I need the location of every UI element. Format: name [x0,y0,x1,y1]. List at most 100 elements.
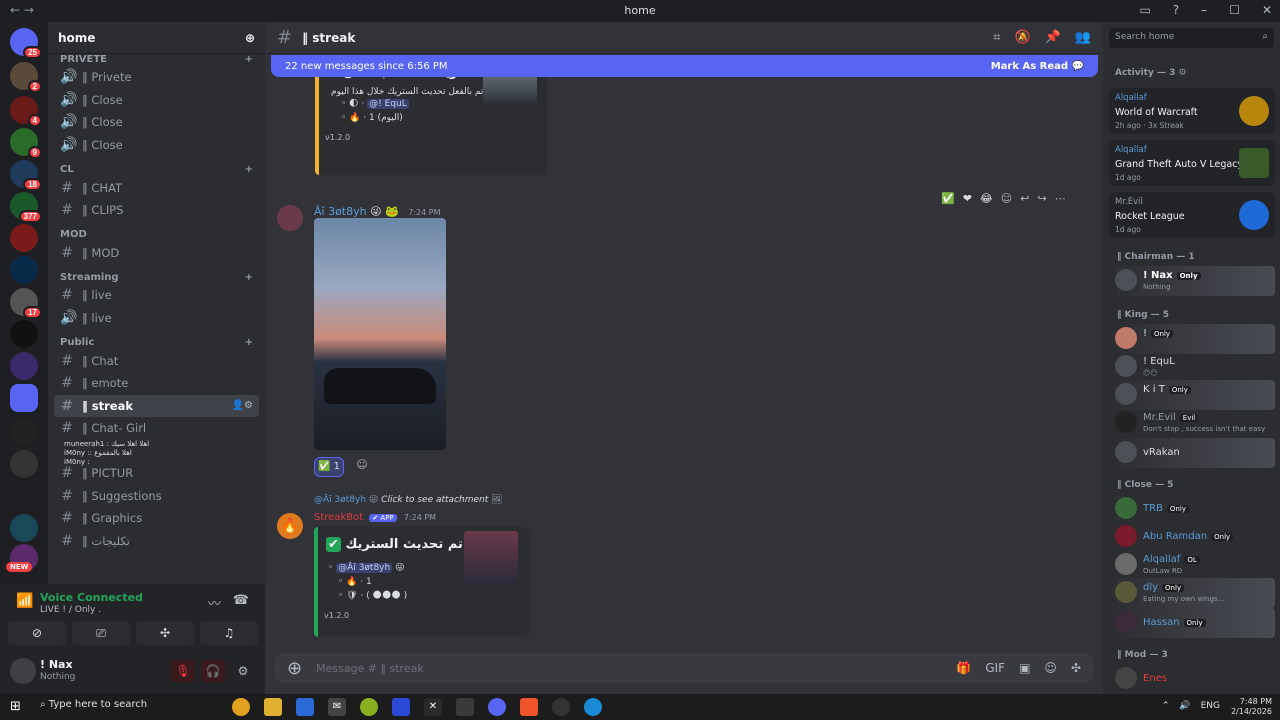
server-icon[interactable]: 18 [10,160,42,191]
app-icon[interactable] [456,698,474,716]
mention[interactable]: @Āĭ 3øt8yh [336,563,393,573]
pin-icon[interactable]: 📌 [1045,30,1061,45]
channel-streak[interactable]: # ‖ streak 👤⚙ [54,394,259,418]
channel-clips[interactable]: # ‖ CLIPS [54,199,259,222]
server-icon[interactable] [10,352,38,380]
threads-icon[interactable]: ⌗ [993,30,1000,45]
author-name[interactable]: Āĭ 3øt8yh [314,205,367,218]
server-icon[interactable] [10,320,38,348]
settings-icon[interactable]: ⚙ [231,660,255,682]
member-row[interactable]: Hassan Only [1109,608,1275,638]
server-icon[interactable] [10,514,38,542]
channel-chat[interactable]: # ‖ CHAT [54,176,259,199]
message-input[interactable]: ⊕ Message # ‖ streak 🎁 GIF ▣ ☺ ✣ [275,653,1093,683]
add-reaction-icon[interactable]: ☺ [1001,192,1012,205]
member-row[interactable]: K i T Only [1109,380,1275,410]
file-explorer-icon[interactable] [264,698,282,716]
sticker-icon[interactable]: ▣ [1019,661,1030,675]
member-row[interactable]: Mr.Evil Evil Don't stop , success isn't t… [1109,408,1275,438]
gif-icon[interactable]: GIF [985,661,1005,675]
app-icon[interactable] [552,698,570,716]
store-icon[interactable] [296,698,314,716]
volume-icon[interactable]: 🔊 [1179,701,1190,711]
reaction-check-icon[interactable]: ✅ [941,192,955,205]
server-icon[interactable] [10,450,38,478]
screen-share-button[interactable]: ⎚ [72,621,130,645]
guild-header[interactable]: home ⊕ [48,22,265,54]
mention[interactable]: @! EquL [367,99,409,109]
category-streaming[interactable]: Streaming + [54,264,259,284]
member-list-icon[interactable]: 👥 [1075,30,1091,45]
edge-icon[interactable] [584,698,602,716]
member-row[interactable]: Enes [1109,664,1275,694]
reaction-laugh-icon[interactable]: 😂 [980,192,993,205]
channel-graphics[interactable]: # ‖ Graphics [54,507,259,530]
embed-thumbnail[interactable] [464,531,518,585]
channel-live[interactable]: 🔊 ‖ live [54,307,259,330]
add-member-icon[interactable]: ⊕ [245,31,255,45]
discord-icon[interactable] [488,698,506,716]
server-icon[interactable] [10,224,38,252]
server-icon[interactable]: 9 [10,128,42,159]
activity-card[interactable]: Mr.Evil Rocket League 1d ago [1109,192,1275,238]
member-row[interactable]: Alqallaf OL OutLaw RD [1109,550,1275,580]
reaction-heart-icon[interactable]: ❤ [963,192,972,205]
soundboard-button[interactable]: ♫ [200,621,258,645]
member-row[interactable]: Abu Ramdan Only [1109,522,1275,552]
server-icon[interactable]: 2 [10,62,42,93]
add-channel-icon[interactable]: + [245,272,253,283]
channel-chat-public[interactable]: # ‖ Chat [54,349,259,372]
chrome-icon[interactable] [232,698,250,716]
channel-close[interactable]: 🔊 ‖ Close [54,89,259,112]
add-channel-icon[interactable]: + [245,164,253,175]
mark-as-read-button[interactable]: Mark As Read 💬 [991,61,1084,72]
minimize-button[interactable]: – [1201,3,1207,17]
app-icon[interactable] [392,698,410,716]
app-icon[interactable] [360,698,378,716]
user-name[interactable]: ! Nax [40,658,73,671]
server-icon[interactable] [10,256,38,284]
channel-arabic[interactable]: # ‖ تكليجات [54,530,259,553]
channel-suggestions[interactable]: # ‖ Suggestions [54,484,259,507]
member-row[interactable]: TRB Only [1109,494,1275,524]
server-icon[interactable]: 17 [10,288,42,319]
server-icon[interactable] [10,384,38,412]
channel-close[interactable]: 🔊 ‖ Close [54,111,259,134]
channel-live[interactable]: # ‖ live [54,284,259,307]
avatar[interactable] [10,658,36,684]
deafen-button[interactable]: 🎧 [201,660,225,682]
voice-channel[interactable]: LIVE ! / Only . [40,605,101,615]
apps-icon[interactable]: ✣ [1071,661,1081,675]
notification-icon[interactable]: 🔕 [1014,30,1030,45]
maximize-button[interactable]: ☐ [1229,3,1240,17]
disconnect-icon[interactable]: ☎ [233,593,249,612]
avatar[interactable]: 🔥 [277,513,303,539]
reply-preview[interactable]: @Āĭ 3øt8yh 😜 Click to see attachment 🖼 [314,495,503,505]
category-public[interactable]: Public + [54,329,259,349]
new-messages-bar[interactable]: 22 new messages since 6:56 PM Mark As Re… [271,55,1098,77]
close-window-button[interactable]: ✕ [1262,3,1272,17]
member-row[interactable]: ! Nax Only Nothing [1109,266,1275,296]
more-icon[interactable]: ⋯ [1055,192,1066,205]
activities-button[interactable]: ✣ [136,621,194,645]
forward-icon[interactable]: ↪ [1037,192,1046,205]
home-server-icon[interactable]: 25 [10,28,42,59]
search-input[interactable]: Search home ⌕ [1109,28,1274,48]
server-icon[interactable]: 4 [10,96,42,127]
member-row[interactable]: vRakan [1109,438,1275,468]
member-row[interactable]: dly Only Eating my own wings... [1109,578,1275,608]
author-name[interactable]: StreakBot [314,512,363,523]
member-row[interactable]: ! Only [1109,324,1275,354]
reply-author[interactable]: @Āĭ 3øt8yh [314,495,366,505]
server-icon[interactable] [10,418,38,446]
mail-icon[interactable]: ✉ [328,698,346,716]
member-row[interactable]: ! EquL 😶😶 [1109,352,1275,382]
xbox-icon[interactable]: ✕ [424,698,442,716]
voice-status[interactable]: Voice Connected [40,591,143,604]
channel-chat-girl[interactable]: # ‖ Chat- Girl [54,417,259,440]
taskbar-search[interactable]: ⌕ Type here to search [40,699,147,710]
brave-icon[interactable] [520,698,538,716]
channel-close[interactable]: 🔊 ‖ Close [54,134,259,157]
add-channel-icon[interactable]: + [245,337,253,348]
channel-emote[interactable]: # ‖ emote [54,372,259,395]
